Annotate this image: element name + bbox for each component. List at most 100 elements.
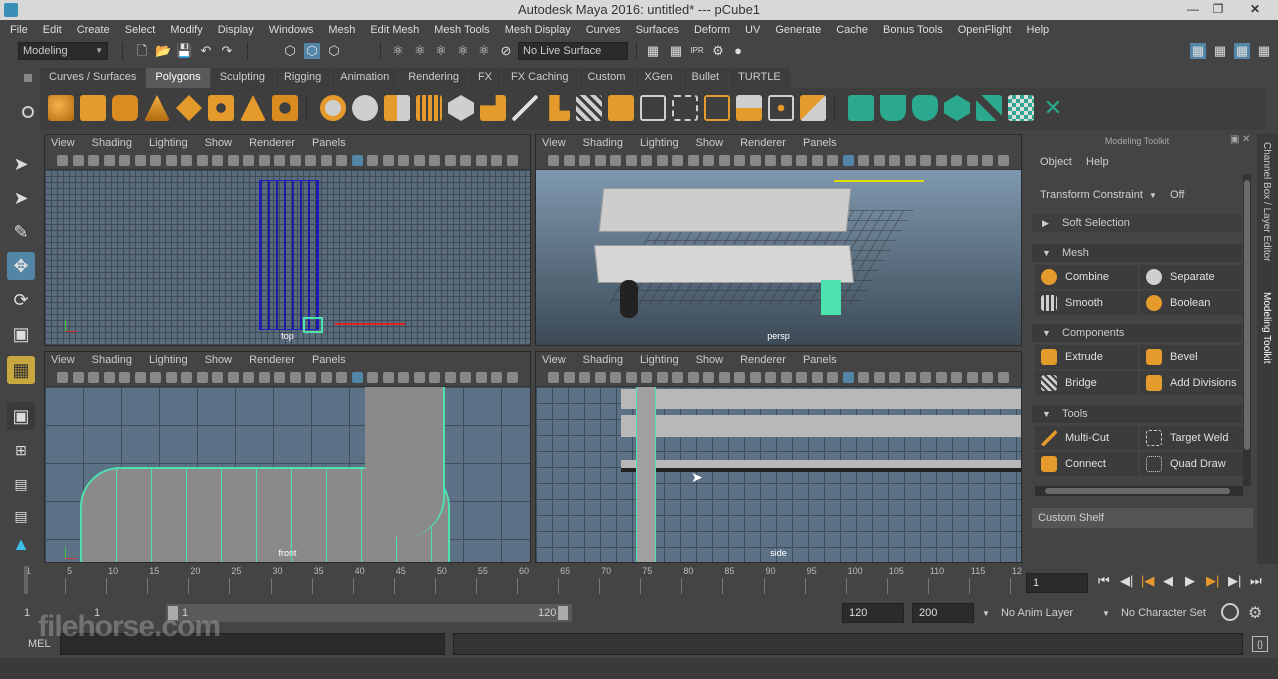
go-to-start-icon[interactable]: ⏮ [1098, 573, 1110, 589]
panel-tool-icon[interactable] [827, 372, 838, 383]
panel-tool-icon[interactable] [656, 372, 668, 383]
panel-tool-icon[interactable] [889, 155, 900, 166]
ipr-render-icon[interactable]: IPR [689, 43, 705, 59]
animation-end-field[interactable]: 200 [912, 603, 974, 623]
panel-tool-icon[interactable] [842, 372, 854, 383]
panel-tool-icon[interactable] [134, 155, 146, 166]
range-slider[interactable] [166, 604, 572, 622]
vp-menu-lighting[interactable]: Lighting [149, 137, 188, 149]
separate-button[interactable]: Separate [1140, 265, 1243, 289]
menu-mesh-display[interactable]: Mesh Display [505, 24, 571, 36]
vp-menu-shading[interactable]: Shading [92, 354, 132, 366]
menu-bonus-tools[interactable]: Bonus Tools [883, 24, 943, 36]
panel-tool-icon[interactable] [703, 155, 714, 166]
vp-menu-shading[interactable]: Shading [583, 137, 623, 149]
panel-tool-icon[interactable] [997, 155, 1009, 166]
panel-tool-icon[interactable] [320, 372, 332, 383]
merge-icon[interactable] [768, 95, 794, 121]
mesh-section-header[interactable]: ▼ Mesh [1032, 244, 1242, 262]
select-object-icon[interactable]: ⬡ [304, 43, 320, 59]
panel-tool-icon[interactable] [506, 155, 518, 166]
poly-plane-icon[interactable] [176, 95, 202, 121]
panel-tool-icon[interactable] [351, 372, 363, 383]
tab-polygons[interactable]: Polygons [146, 68, 210, 88]
panel-tool-icon[interactable] [935, 372, 947, 383]
viewport-top[interactable]: View Shading Lighting Show Renderer Pane… [44, 134, 531, 346]
hypershade-icon[interactable]: ● [730, 43, 746, 59]
menu-display[interactable]: Display [218, 24, 254, 36]
scrollbar-thumb[interactable] [1244, 180, 1250, 450]
make-live-icon[interactable]: ⊘ [498, 43, 514, 59]
panel-tool-icon[interactable] [966, 372, 978, 383]
panel-tool-icon[interactable] [444, 372, 456, 383]
menu-file[interactable]: File [10, 24, 28, 36]
vp-menu-panels[interactable]: Panels [312, 354, 346, 366]
panel-tool-icon[interactable] [765, 155, 776, 166]
menu-help[interactable]: Help [1027, 24, 1050, 36]
panel-tool-icon[interactable] [718, 155, 730, 166]
target-weld-button[interactable]: Target Weld [1140, 426, 1243, 450]
panel-tool-icon[interactable] [765, 372, 776, 383]
tab-fx[interactable]: FX [468, 68, 502, 88]
panel-tool-icon[interactable] [842, 155, 854, 166]
panel-tool-icon[interactable] [594, 372, 606, 383]
playback-end-field[interactable]: 120 [842, 603, 904, 623]
panel-tool-icon[interactable] [150, 155, 161, 166]
panel-tool-icon[interactable] [274, 372, 285, 383]
menu-edit[interactable]: Edit [43, 24, 62, 36]
top-view-canvas[interactable]: top [45, 170, 530, 345]
insert-edge-loop-icon[interactable] [672, 95, 698, 121]
bridge-icon[interactable] [576, 95, 602, 121]
toolkit-menu-object[interactable]: Object [1040, 156, 1072, 168]
viewport-side[interactable]: View Shading Lighting Show Renderer Pane… [535, 351, 1022, 563]
persp-view-canvas[interactable]: persp [536, 170, 1021, 345]
menu-cache[interactable]: Cache [836, 24, 868, 36]
history-icon[interactable]: ▦ [645, 43, 661, 59]
custom-shelf-header[interactable]: Custom Shelf [1032, 508, 1253, 528]
float-panel-icon[interactable]: ▣ [1230, 134, 1239, 145]
menu-deform[interactable]: Deform [694, 24, 730, 36]
step-back-frame-icon[interactable]: ◀​| [1120, 573, 1133, 589]
attribute-editor-icon[interactable]: ▦ [1212, 43, 1228, 59]
tab-fx-caching[interactable]: FX Caching [502, 68, 578, 88]
vp-menu-view[interactable]: View [51, 137, 75, 149]
render-settings-icon[interactable]: ⚙ [710, 43, 726, 59]
add-divisions-button[interactable]: Add Divisions [1140, 371, 1243, 395]
panel-tool-icon[interactable] [289, 155, 301, 166]
panel-tool-icon[interactable] [548, 372, 559, 383]
live-surface-field[interactable]: No Live Surface [518, 42, 628, 60]
reduce-icon[interactable] [480, 95, 506, 121]
panel-tool-icon[interactable] [656, 155, 668, 166]
cylindrical-uv-icon[interactable] [880, 95, 906, 121]
panel-tool-icon[interactable] [382, 155, 394, 166]
step-forward-key-icon[interactable]: ▶| [1206, 573, 1219, 589]
panel-tool-icon[interactable] [305, 372, 316, 383]
panel-tool-icon[interactable] [625, 372, 637, 383]
panel-tool-icon[interactable] [935, 155, 947, 166]
open-scene-icon[interactable]: 📂 [155, 43, 171, 59]
vp-menu-renderer[interactable]: Renderer [249, 354, 295, 366]
soft-selection-header[interactable]: ▶ Soft Selection [1032, 214, 1242, 232]
panel-tool-icon[interactable] [873, 372, 885, 383]
redo-icon[interactable]: ↷ [219, 43, 235, 59]
panel-tool-icon[interactable] [873, 155, 885, 166]
panel-tool-icon[interactable] [734, 155, 745, 166]
tab-rendering[interactable]: Rendering [399, 68, 468, 88]
tab-curves-surfaces[interactable]: Curves / Surfaces [40, 68, 146, 88]
panel-tool-icon[interactable] [672, 372, 683, 383]
menu-windows[interactable]: Windows [269, 24, 314, 36]
tools-section-header[interactable]: ▼ Tools [1032, 405, 1242, 423]
time-slider[interactable]: 1 5 10 15 20 25 30 35 40 45 50 55 60 65 70 75 80 85 90 95 10… [20, 566, 1022, 596]
snap-curve-icon[interactable]: ⚛ [412, 43, 428, 59]
panel-tool-icon[interactable] [243, 155, 254, 166]
panel-tool-icon[interactable] [703, 372, 714, 383]
snap-grid-icon[interactable]: ⚛ [390, 43, 406, 59]
vp-menu-lighting[interactable]: Lighting [640, 354, 679, 366]
move-tool-icon[interactable]: ✥ [7, 252, 35, 280]
menu-modify[interactable]: Modify [170, 24, 202, 36]
panel-tool-icon[interactable] [413, 155, 425, 166]
panel-tool-icon[interactable] [796, 372, 807, 383]
anim-layer-dropdown[interactable]: ▼ No Anim Layer [982, 607, 1112, 619]
current-frame-field[interactable]: 1 [1026, 573, 1088, 593]
panel-tool-icon[interactable] [563, 155, 575, 166]
